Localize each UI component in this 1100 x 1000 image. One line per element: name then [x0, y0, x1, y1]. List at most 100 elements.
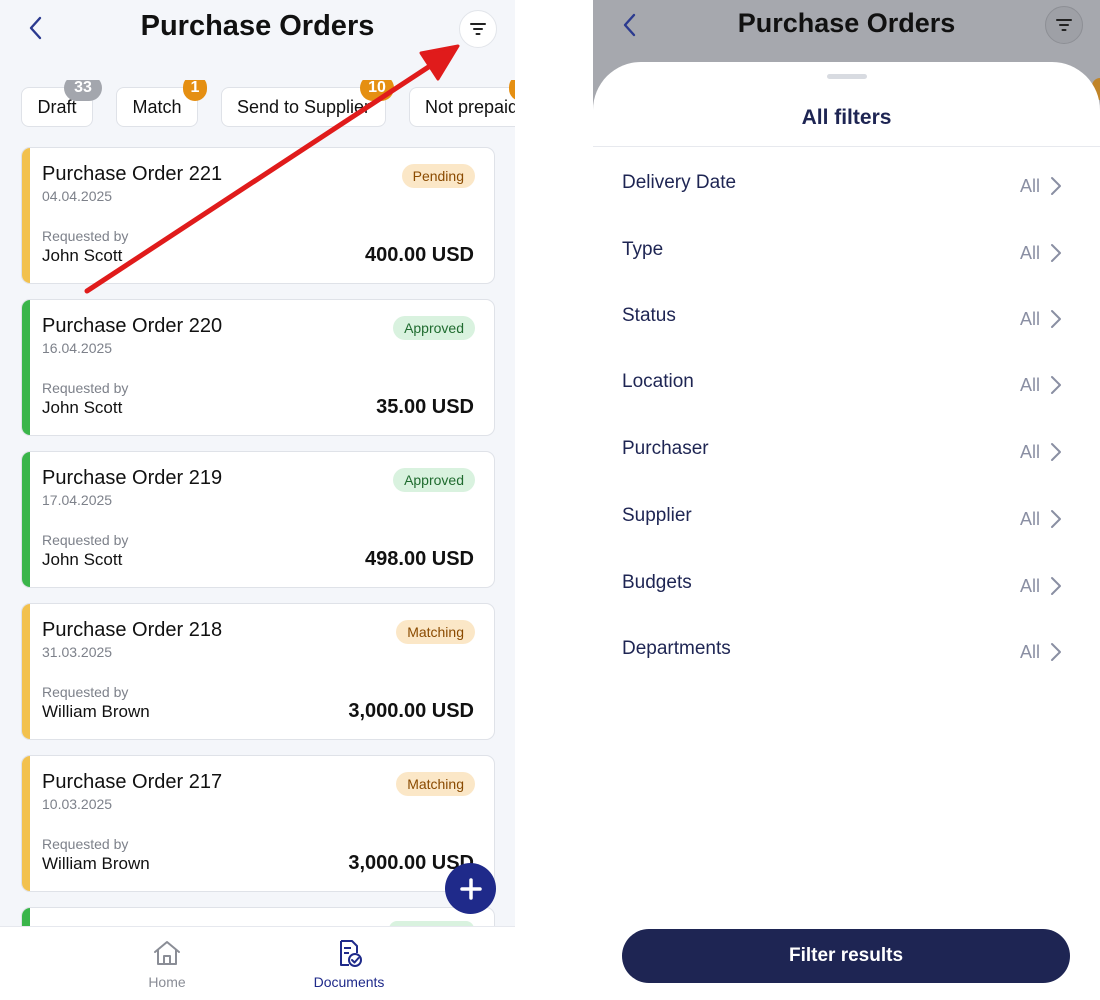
order-amount: 35.00 USD [376, 396, 474, 418]
requested-by-label: Requested by [42, 836, 129, 852]
filter-results-button[interactable]: Filter results [622, 929, 1070, 983]
filter-label: Status [622, 305, 676, 326]
requester-name: William Brown [42, 854, 150, 873]
order-date: 10.03.2025 [42, 796, 113, 812]
all-filters-screen: Purchase Orders All filters Delivery Dat… [593, 0, 1100, 1000]
filter-icon [1056, 19, 1072, 31]
status-stripe [22, 452, 30, 587]
filter-value: All [1019, 176, 1040, 196]
filter-button[interactable] [1045, 6, 1083, 44]
divider [593, 146, 1100, 147]
filter-row-departments[interactable]: Departments All [593, 632, 1100, 676]
requester-name: William Brown [42, 702, 150, 721]
purchase-order-card[interactable]: Purchase Order 218 31.03.2025 Requested … [21, 603, 495, 740]
chevron-right-icon [1051, 443, 1061, 461]
tab-count-badge: 1 [183, 80, 207, 101]
requested-by-label: Requested by [42, 228, 129, 244]
filter-value: All [1019, 309, 1040, 329]
sheet-title: All filters [801, 106, 892, 129]
filter-label: Type [622, 239, 664, 260]
tab-not-prepaid[interactable]: Not prepaid [409, 87, 515, 127]
page-title: Purchase Orders [737, 8, 956, 38]
order-amount: 3,000.00 USD [348, 700, 474, 722]
filter-value: All [1019, 642, 1040, 662]
order-title: Purchase Order 219 [42, 467, 223, 489]
filters-bottom-sheet: All filters Delivery Date All Type All S… [593, 62, 1100, 1000]
filter-label: Supplier [622, 505, 692, 526]
requested-by-label: Requested by [42, 684, 129, 700]
filter-value: All [1019, 509, 1040, 529]
filter-row-supplier[interactable]: Supplier All [593, 499, 1100, 543]
tab-count-badge: 10 [360, 80, 394, 101]
filter-label: Budgets [622, 572, 692, 593]
purchase-order-card[interactable]: Purchase Order 219 17.04.2025 Requested … [21, 451, 495, 588]
filter-label: Delivery Date [622, 172, 737, 193]
purchase-order-card[interactable]: Purchase Order 221 04.04.2025 Requested … [21, 147, 495, 284]
order-title: Purchase Order 218 [42, 619, 223, 641]
filter-label: Location [622, 371, 694, 392]
requester-name: John Scott [42, 550, 123, 569]
status-badge: Approved [393, 316, 475, 340]
sheet-drag-handle[interactable] [827, 74, 867, 79]
order-date: 31.03.2025 [42, 644, 113, 660]
filter-value: All [1019, 375, 1040, 395]
order-title: Purchase Order 221 [42, 163, 223, 185]
purchase-order-card[interactable]: Purchase Order 217 10.03.2025 Requested … [21, 755, 495, 892]
home-icon [154, 941, 180, 965]
filter-row-delivery-date[interactable]: Delivery Date All [593, 166, 1100, 210]
order-amount: 498.00 USD [365, 548, 474, 570]
status-badge: Matching [396, 620, 475, 644]
nav-label: Documents [313, 974, 385, 990]
filter-value: All [1019, 576, 1040, 596]
documents-icon [340, 940, 362, 967]
filter-row-status[interactable]: Status All [593, 299, 1100, 343]
filter-row-type[interactable]: Type All [593, 233, 1100, 277]
nav-item-home[interactable]: Home [107, 939, 227, 990]
order-date: 04.04.2025 [42, 188, 113, 204]
purchase-order-card[interactable]: Purchase Order 220 16.04.2025 Requested … [21, 299, 495, 436]
add-purchase-order-button[interactable] [445, 863, 496, 914]
order-amount: 400.00 USD [365, 244, 474, 266]
bottom-navigation: Home Documents [0, 926, 515, 1000]
status-badge: Matching [396, 772, 475, 796]
status-stripe [22, 756, 30, 891]
status-badge: Pending [401, 164, 475, 188]
status-stripe [22, 148, 30, 283]
filter-label: Purchaser [622, 438, 709, 459]
order-title: Purchase Order 220 [42, 315, 223, 337]
filter-value: All [1019, 442, 1040, 462]
tab-label: Send to Supplier [236, 96, 371, 117]
requester-name: John Scott [42, 398, 123, 417]
page-title: Purchase Orders [140, 10, 375, 42]
filter-label: Departments [622, 638, 731, 659]
status-stripe [22, 300, 30, 435]
filter-value: All [1019, 243, 1040, 263]
chevron-right-icon [1051, 510, 1061, 528]
filter-icon [470, 23, 486, 35]
requester-name: John Scott [42, 246, 123, 265]
tab-label: Not prepaid [425, 96, 515, 117]
chevron-right-icon [1051, 244, 1061, 262]
requested-by-label: Requested by [42, 380, 129, 396]
filter-button[interactable] [459, 10, 497, 48]
status-stripe [22, 604, 30, 739]
order-date: 17.04.2025 [42, 492, 113, 508]
chevron-right-icon [1051, 577, 1061, 595]
requested-by-label: Requested by [42, 532, 129, 548]
status-tabs: Draft 33 Match 1 Send to Supplier 10 Not… [0, 80, 515, 140]
nav-item-documents[interactable]: Documents [289, 939, 409, 990]
order-date: 16.04.2025 [42, 340, 113, 356]
order-title: Purchase Order 217 [42, 771, 223, 793]
filter-row-budgets[interactable]: Budgets All [593, 566, 1100, 610]
nav-label: Home [148, 974, 186, 990]
status-badge: Approved [393, 468, 475, 492]
chevron-right-icon [1051, 376, 1061, 394]
filter-row-location[interactable]: Location All [593, 365, 1100, 409]
chevron-right-icon [1051, 177, 1061, 195]
tab-label: Match [132, 96, 182, 117]
screenshot-stage: Purchase Orders Draft 33 Match 1 Send to… [0, 0, 1100, 1000]
plus-icon [459, 877, 482, 900]
tab-count-badge: 33 [64, 80, 102, 101]
filter-row-purchaser[interactable]: Purchaser All [593, 432, 1100, 476]
chevron-right-icon [1051, 310, 1061, 328]
